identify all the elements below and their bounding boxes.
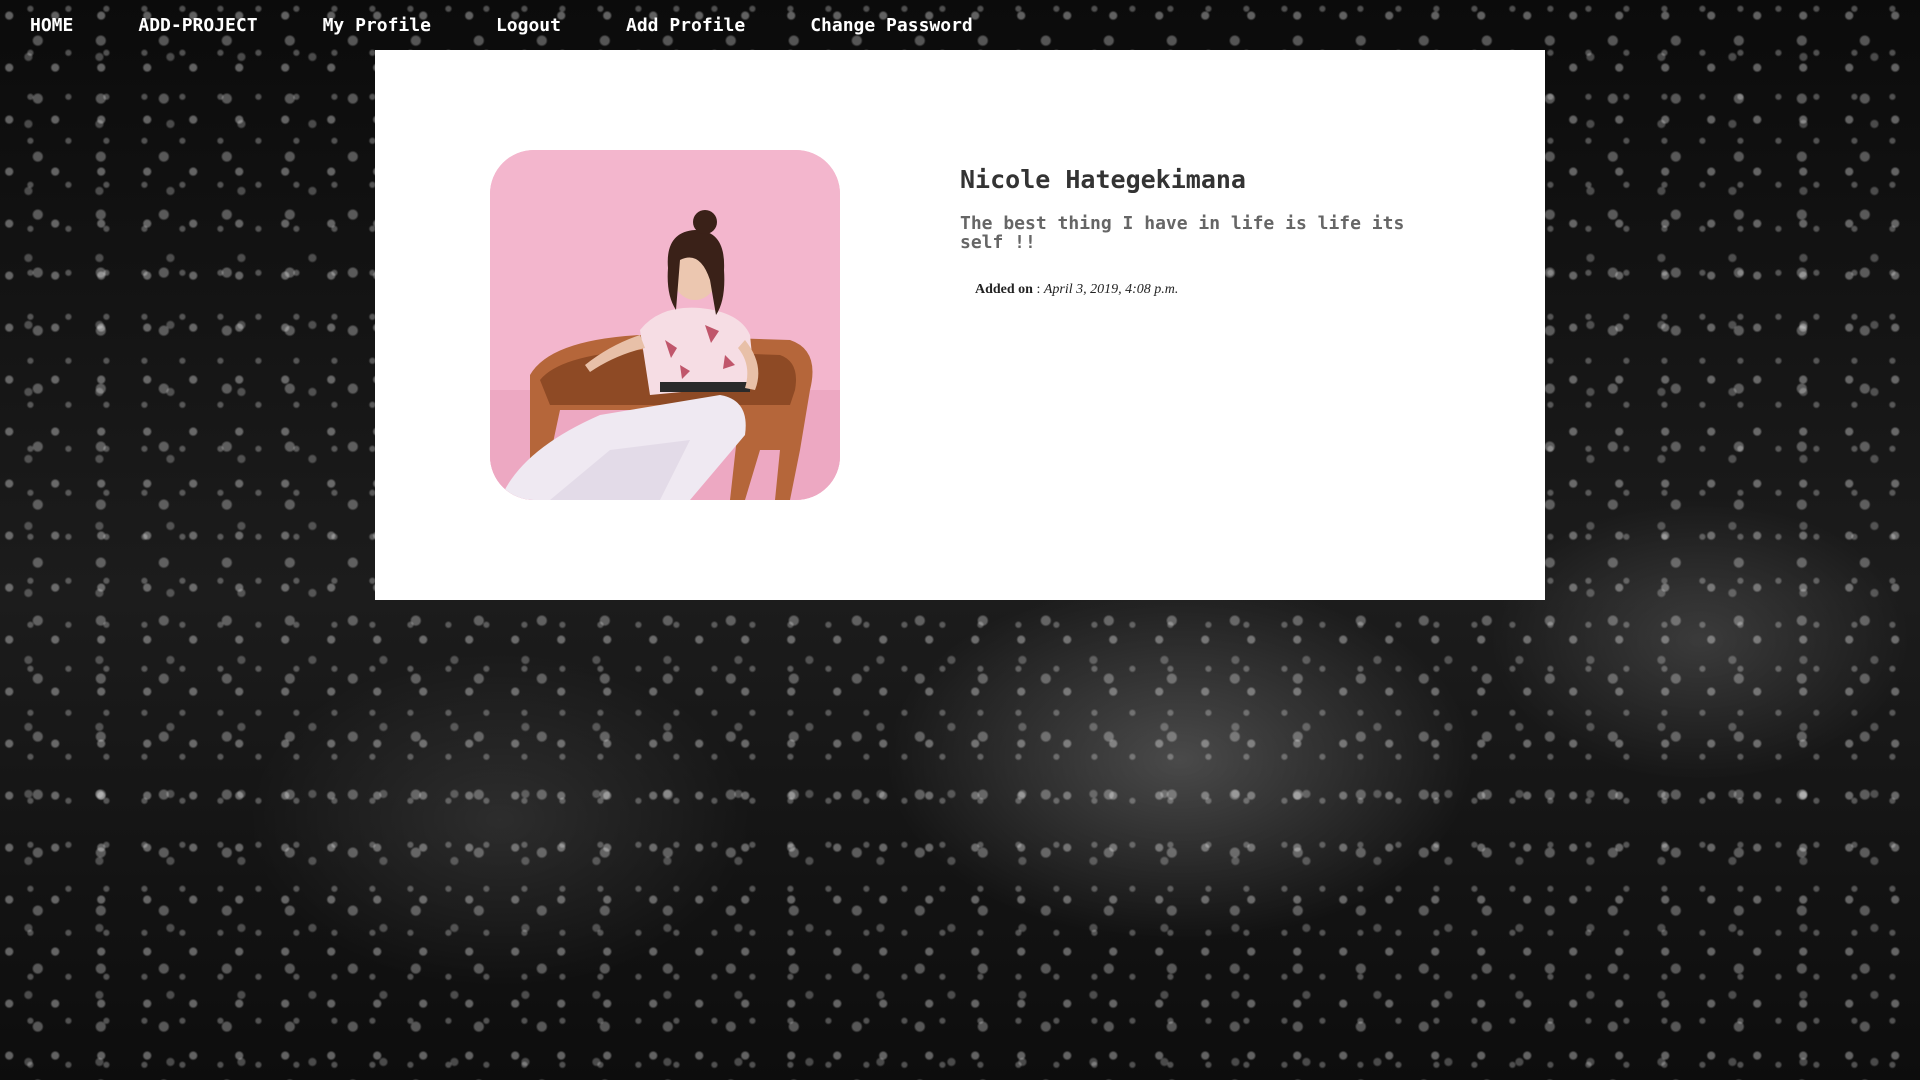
added-on-line: Added on : April 3, 2019, 4:08 p.m. [975,282,1430,298]
nav-add-project-link[interactable]: ADD-PROJECT [138,15,257,36]
nav-change-password-link[interactable]: Change Password [810,15,973,36]
nav-my-profile-link[interactable]: My Profile [323,15,431,36]
profile-photo-image [490,150,840,500]
nav-add-profile-link[interactable]: Add Profile [626,15,745,36]
added-on-date: April 3, 2019, 4:08 p.m. [1043,282,1179,297]
profile-info: Nicole Hategekimana The best thing I hav… [960,165,1430,298]
top-nav: HOME ADD-PROJECT My Profile Logout Add P… [0,0,1008,50]
profile-photo [490,150,840,500]
profile-bio: The best thing I have in life is life it… [960,213,1405,253]
nav-logout-link[interactable]: Logout [496,15,561,36]
profile-card: Nicole Hategekimana The best thing I hav… [375,50,1545,600]
profile-name: Nicole Hategekimana [960,165,1246,194]
nav-home-link[interactable]: HOME [30,15,73,36]
added-on-separator: : [1032,282,1044,297]
added-on-label: Added on [975,282,1033,297]
